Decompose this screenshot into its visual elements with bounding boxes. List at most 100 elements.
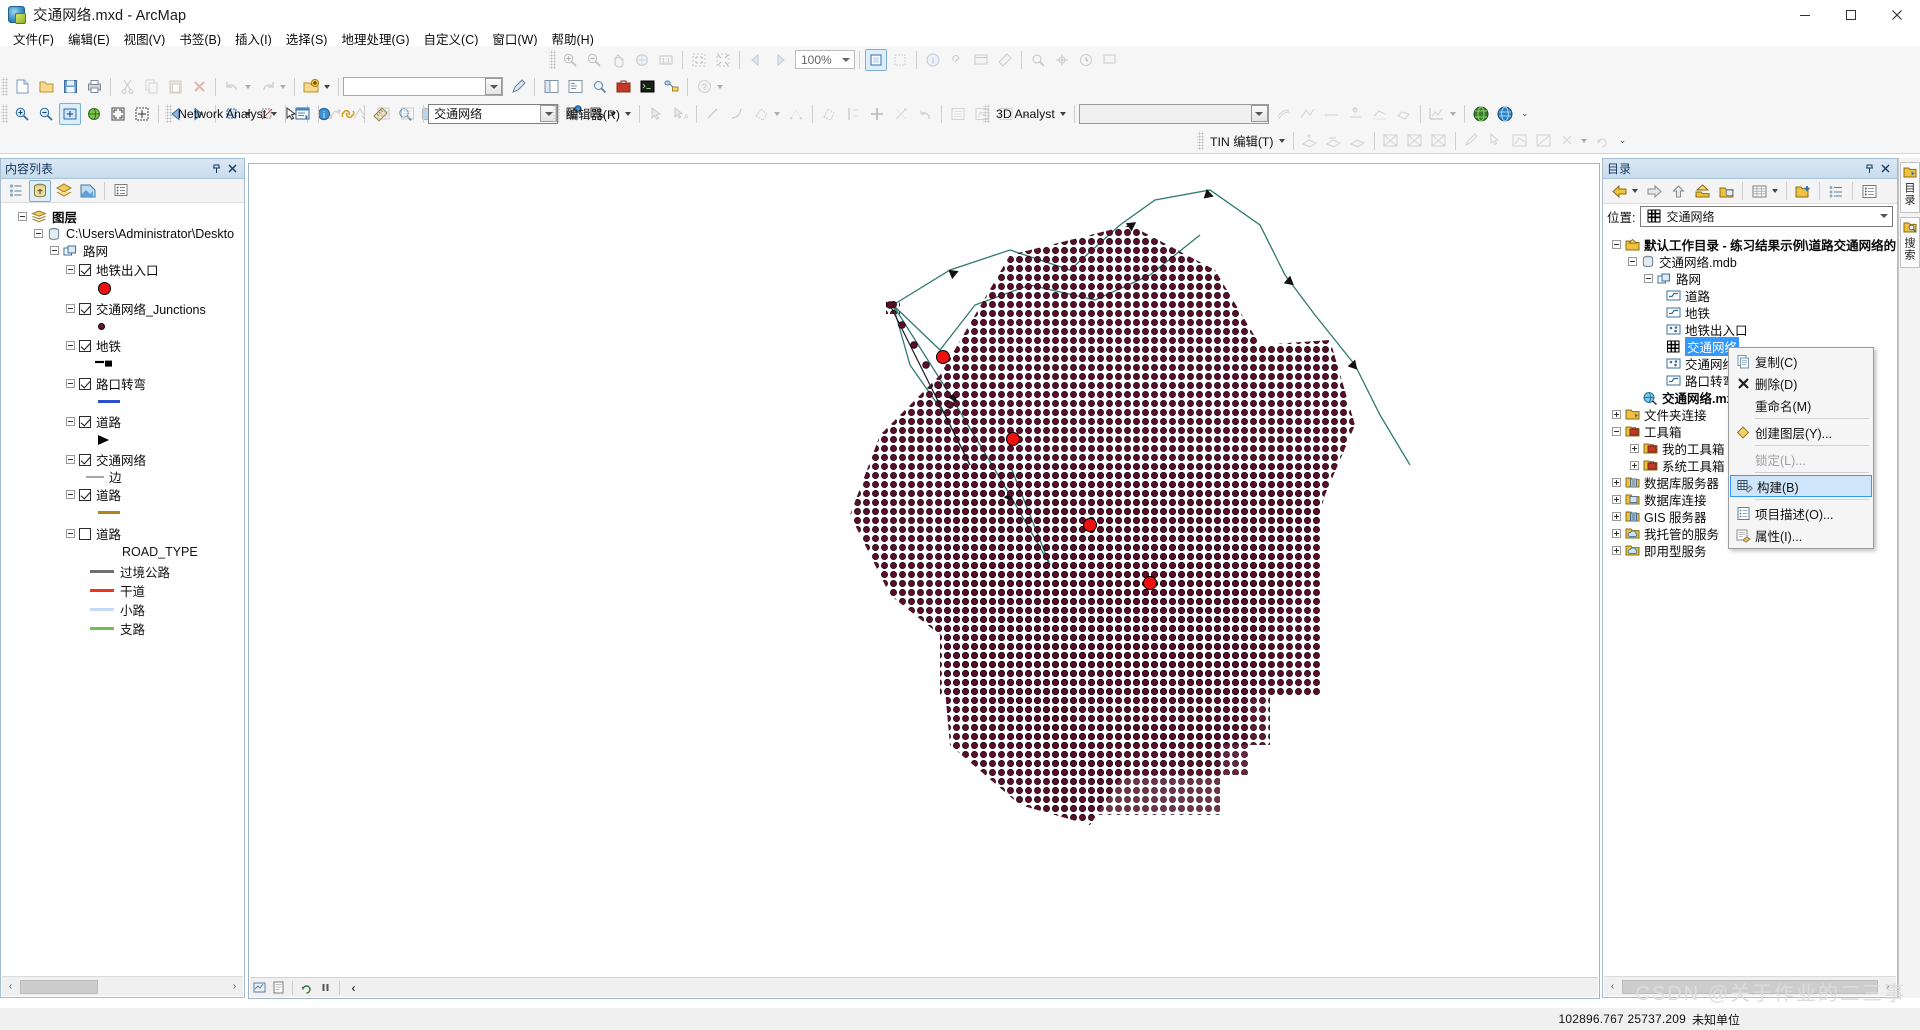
expander-icon[interactable] xyxy=(1612,478,1621,487)
chevron-down-icon[interactable] xyxy=(1875,208,1892,225)
go-to-xy-icon[interactable] xyxy=(1051,49,1073,71)
toolbox-window-icon[interactable] xyxy=(612,76,634,98)
add-data-dropdown-icon[interactable] xyxy=(324,84,330,89)
options-icon[interactable] xyxy=(110,180,132,202)
edit-annotation-icon[interactable]: A xyxy=(669,103,691,125)
pin-icon[interactable] xyxy=(208,161,224,177)
toolbar-grip[interactable] xyxy=(1,77,8,96)
expander-icon[interactable] xyxy=(1612,427,1621,436)
list-by-drawing-order-icon[interactable] xyxy=(5,180,27,202)
zoom-in-tool-icon[interactable] xyxy=(11,103,33,125)
toggle-tree-icon[interactable] xyxy=(1825,180,1847,202)
tin-clear-dropdown-icon[interactable] xyxy=(1580,138,1587,143)
scroll-left-icon[interactable]: ‹ xyxy=(1604,978,1621,996)
network-properties-icon[interactable] xyxy=(396,103,418,125)
edit-scale-icon[interactable] xyxy=(507,76,529,98)
modelbuilder-icon[interactable] xyxy=(660,76,682,98)
catalog-node-subway-exit[interactable]: 地铁出入口 xyxy=(1604,321,1896,338)
expander-icon[interactable] xyxy=(66,529,75,538)
toc-node-layers[interactable]: 图层 xyxy=(2,208,243,225)
split-tool-icon[interactable] xyxy=(842,103,864,125)
select-features-icon[interactable] xyxy=(865,48,887,71)
default-geodatabase-icon[interactable] xyxy=(1715,180,1737,202)
tin-edge-select-icon[interactable] xyxy=(1533,130,1555,152)
toc-node-feature-dataset[interactable]: 路网 xyxy=(2,242,243,259)
fixed-scale-icon[interactable]: 1:1 xyxy=(655,49,677,71)
find-icon[interactable] xyxy=(1027,49,1049,71)
toolbar-grip[interactable] xyxy=(1,104,8,123)
item-description-icon[interactable] xyxy=(1858,180,1880,202)
scroll-left-icon[interactable]: ‹ xyxy=(2,978,19,996)
expander-icon[interactable] xyxy=(1612,546,1621,555)
tin-modify-icon[interactable] xyxy=(1461,130,1483,152)
arcscene-icon[interactable] xyxy=(1470,103,1492,125)
list-view-dropdown-icon[interactable] xyxy=(1772,189,1778,193)
catalog-node-subway[interactable]: 地铁 xyxy=(1604,304,1896,321)
contour-icon[interactable] xyxy=(1273,103,1295,125)
maximize-button[interactable] xyxy=(1828,0,1874,30)
catalog-window-icon[interactable] xyxy=(564,76,586,98)
go-back-extent-icon[interactable] xyxy=(745,49,767,71)
undo-edit-icon[interactable] xyxy=(914,103,936,125)
layer-visibility-checkbox[interactable] xyxy=(79,527,91,540)
tin-edit-label[interactable]: TIN 编辑(T) xyxy=(1206,132,1278,150)
toc-layer-network[interactable]: 交通网络 xyxy=(2,451,243,468)
network-analyst-window-icon[interactable] xyxy=(291,103,313,125)
tin-select-icon[interactable] xyxy=(1485,130,1507,152)
expander-icon[interactable] xyxy=(66,379,75,388)
full-extent-icon[interactable] xyxy=(631,49,653,71)
undo-dropdown-icon[interactable] xyxy=(245,84,251,89)
tin-clear-icon[interactable] xyxy=(1557,130,1579,152)
html-popup-icon[interactable] xyxy=(970,49,992,71)
chevron-down-icon[interactable] xyxy=(837,51,854,68)
toolbar-overflow-icon[interactable]: ⌄ xyxy=(1520,109,1530,118)
list-by-visibility-icon[interactable] xyxy=(53,180,75,202)
zoom-in-icon[interactable] xyxy=(559,49,581,71)
paste-icon[interactable] xyxy=(164,76,186,98)
help-dropdown-icon[interactable] xyxy=(717,84,723,89)
toc-layer-junctions[interactable]: 交通网络_Junctions xyxy=(2,300,243,317)
editor-label[interactable]: 编辑器(R) xyxy=(562,105,624,123)
context-menu-item-copy[interactable]: 复制(C) xyxy=(1729,350,1873,372)
close-icon[interactable] xyxy=(224,161,240,177)
map-view[interactable]: ‹ xyxy=(248,163,1600,999)
tab-catalog[interactable]: 目录 xyxy=(1900,162,1920,213)
search-window-icon[interactable] xyxy=(588,76,610,98)
toolbar-overflow-icon[interactable]: ⌄ xyxy=(1618,136,1628,145)
clear-selection-icon[interactable] xyxy=(889,49,911,71)
pause-drawing-icon[interactable] xyxy=(317,979,334,996)
up-icon[interactable] xyxy=(1667,180,1689,202)
reshape-tool-icon[interactable] xyxy=(890,103,912,125)
edit-vertices-icon[interactable] xyxy=(785,103,807,125)
expander-icon[interactable] xyxy=(1628,257,1637,266)
layer-visibility-checkbox[interactable] xyxy=(79,415,91,428)
redo-icon[interactable] xyxy=(256,76,278,98)
chevron-down-icon[interactable] xyxy=(485,78,502,95)
expander-icon[interactable] xyxy=(66,490,75,499)
network-dataset-combo[interactable]: 交通网络 xyxy=(428,103,559,124)
back-dropdown-icon[interactable] xyxy=(1632,189,1638,193)
full-extent-tool-icon[interactable] xyxy=(107,103,129,125)
pan-hand-icon[interactable] xyxy=(607,49,629,71)
refresh-icon[interactable] xyxy=(298,979,315,996)
forward-icon[interactable] xyxy=(1643,180,1665,202)
steepest-path-icon[interactable] xyxy=(1297,103,1319,125)
create-viewer-icon[interactable] xyxy=(1099,49,1121,71)
profile-dropdown-icon[interactable] xyxy=(1449,111,1456,116)
zoom-out-tool-icon[interactable] xyxy=(35,103,57,125)
network-identify-icon[interactable] xyxy=(348,103,370,125)
toggle-toc-icon[interactable] xyxy=(540,76,562,98)
close-icon[interactable] xyxy=(1877,161,1893,177)
catalog-node-dataset[interactable]: 路网 xyxy=(1604,270,1896,287)
print-icon[interactable] xyxy=(83,76,105,98)
toolbar-grip[interactable] xyxy=(983,104,990,123)
python-window-icon[interactable] xyxy=(636,76,658,98)
construct-polygon-icon[interactable] xyxy=(750,103,772,125)
toc-layer-subway[interactable]: 地铁 xyxy=(2,337,243,354)
map-canvas[interactable] xyxy=(250,165,1590,971)
help-icon[interactable]: ? xyxy=(693,76,715,98)
catalog-node-mdb[interactable]: 交通网络.mdb xyxy=(1604,253,1896,270)
expander-icon[interactable] xyxy=(1612,240,1621,249)
pin-icon[interactable] xyxy=(1861,161,1877,177)
toc-horizontal-scrollbar[interactable]: ‹ › xyxy=(2,976,243,996)
